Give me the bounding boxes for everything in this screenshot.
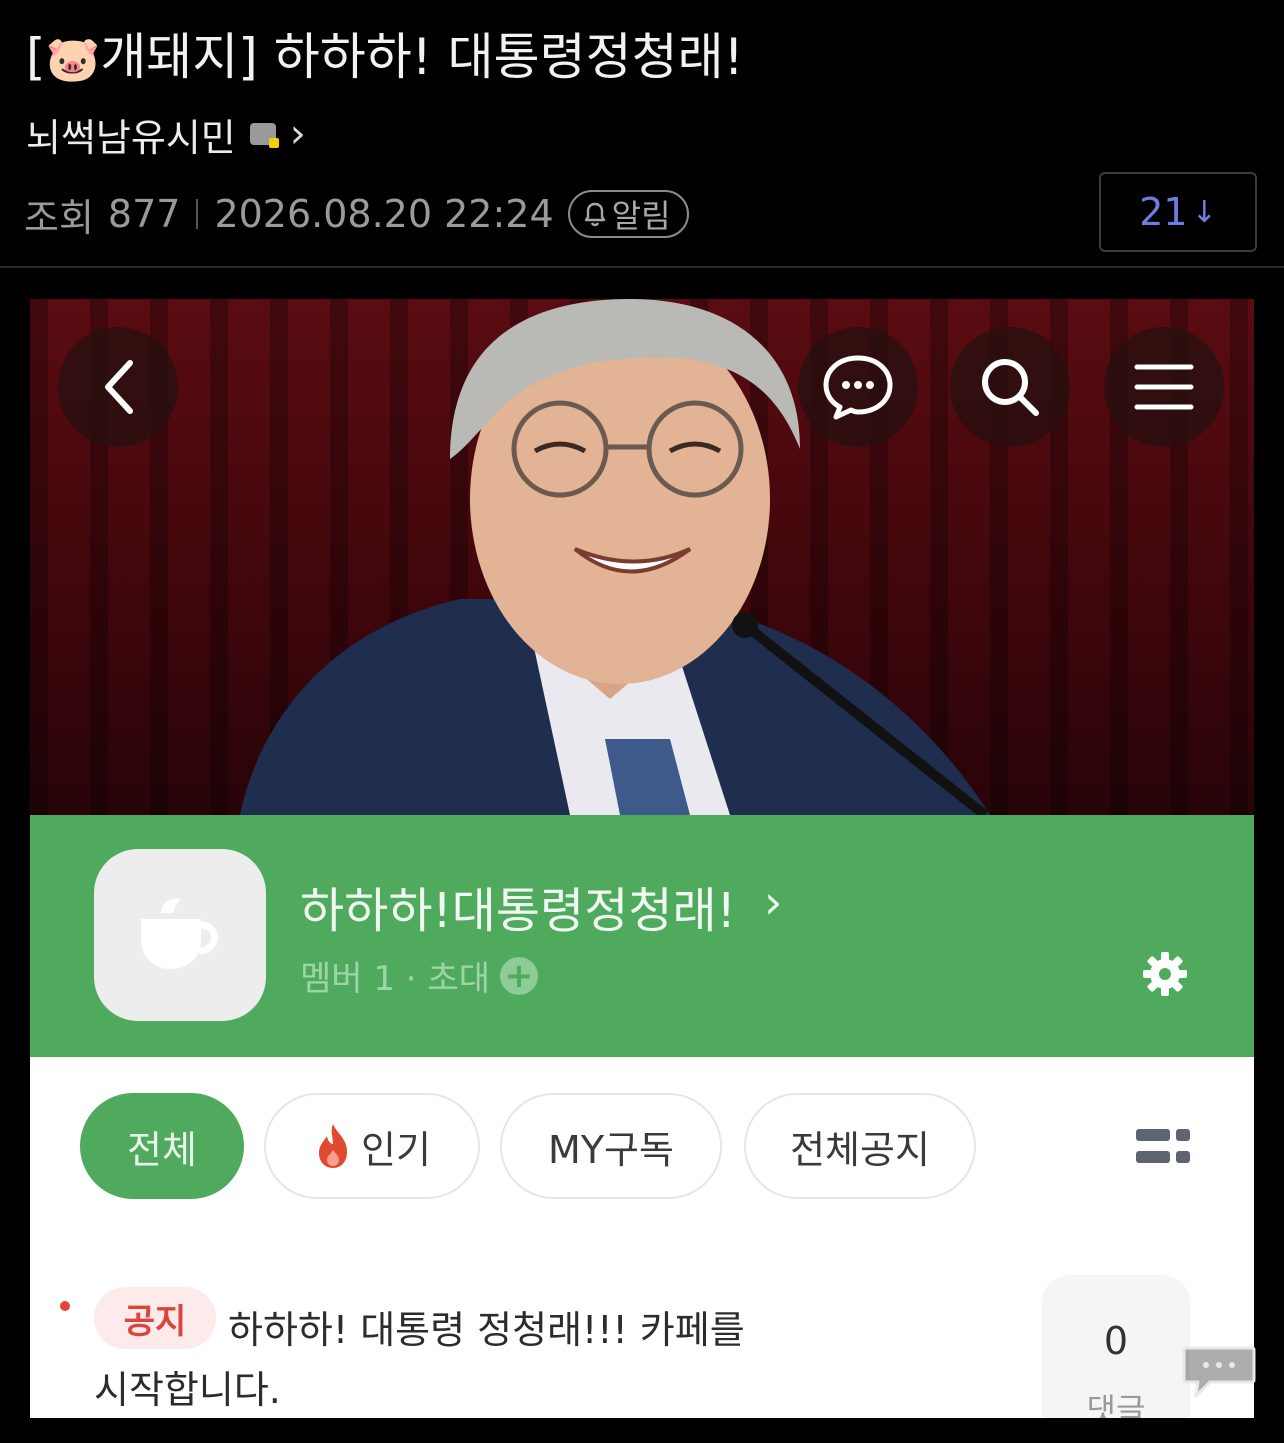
search-button[interactable] <box>950 327 1070 447</box>
cafe-cup-icon <box>141 898 218 969</box>
chat-button[interactable] <box>798 327 918 447</box>
tab-all-label: 전체 <box>127 1127 197 1172</box>
tab-my-subscriptions[interactable]: MY구독 <box>500 1093 722 1199</box>
chat-bubble-icon <box>823 355 893 420</box>
member-level-icon <box>249 123 279 148</box>
bell-icon <box>584 202 605 227</box>
author-name[interactable]: 뇌썩남유시민 <box>26 107 236 162</box>
notice-badge: 공지 <box>94 1287 216 1349</box>
cover-photo-person <box>240 299 990 815</box>
cafe-name[interactable]: 하하하!대통령정청래! <box>300 871 736 941</box>
board-tab-bar: 전체 인기 MY구독 전체공지 <box>30 1057 1254 1237</box>
header-divider <box>0 266 1284 268</box>
cafe-logo[interactable] <box>94 849 266 1021</box>
arrow-down-icon: ↓ <box>1191 194 1217 230</box>
author-row[interactable]: 뇌썩남유시민 › <box>26 106 306 162</box>
tab-my-subscriptions-label: MY구독 <box>548 1127 674 1172</box>
grid-list-icon[interactable] <box>1136 1127 1192 1167</box>
cafe-chevron-right-icon[interactable]: › <box>764 875 782 929</box>
cafe-cover-image <box>30 299 1254 815</box>
meta-divider <box>196 199 199 229</box>
pig-emoji-icon: 🐷 <box>45 34 101 85</box>
notice-comment-number: 0 <box>1103 1319 1129 1363</box>
tab-popular-label: 인기 <box>361 1127 431 1172</box>
notice-comment-count[interactable]: 0 댓글 <box>1042 1275 1190 1418</box>
alarm-label: 알림 <box>611 197 671 235</box>
back-chevron-icon <box>105 360 133 414</box>
tab-all-notices[interactable]: 전체공지 <box>744 1093 976 1199</box>
notice-post[interactable]: 공지 하하하! 대통령 정청래!!! 카페를 시작합니다. 0 댓글 <box>30 1235 1254 1418</box>
post-meta: 조회 877 2026.08.20 22:24 알림 <box>24 184 689 244</box>
search-icon <box>982 359 1039 416</box>
cafe-info-band: 하하하!대통령정청래! › 멤버 1 · 초대 + <box>30 815 1254 1057</box>
title-text: 개돼지] 하하하! 대통령정청래! <box>100 28 744 86</box>
tab-popular[interactable]: 인기 <box>264 1093 480 1199</box>
notice-comment-label: 댓글 <box>1086 1391 1146 1418</box>
comment-icon[interactable] <box>1180 1344 1258 1400</box>
back-button[interactable] <box>58 327 178 447</box>
members-invite-label: 멤버 1 · 초대 <box>300 959 490 999</box>
chevron-right-icon[interactable]: › <box>290 114 306 154</box>
menu-button[interactable] <box>1104 327 1224 447</box>
post-datetime: 2026.08.20 22:24 <box>214 192 554 236</box>
gear-icon <box>1143 952 1187 996</box>
invite-plus-icon[interactable]: + <box>499 956 538 995</box>
settings-button[interactable] <box>1142 951 1188 1001</box>
menu-icon <box>1134 364 1194 410</box>
views-count: 877 <box>107 192 181 236</box>
new-dot-indicator <box>60 1301 70 1311</box>
notice-title-line1[interactable]: 하하하! 대통령 정청래!!! 카페를 <box>228 1299 745 1354</box>
title-prefix: [ <box>26 28 46 86</box>
views-label: 조회 <box>24 195 94 240</box>
alarm-button[interactable]: 알림 <box>567 190 689 238</box>
embedded-screenshot: 하하하!대통령정청래! › 멤버 1 · 초대 + 전체 인기 MY구독 전체공… <box>30 299 1254 1418</box>
tab-all[interactable]: 전체 <box>80 1093 244 1199</box>
fire-icon <box>319 1124 348 1168</box>
comment-count-button[interactable]: 21 ↓ <box>1099 172 1257 252</box>
tab-all-notices-label: 전체공지 <box>790 1127 930 1172</box>
comment-count: 21 <box>1139 190 1188 234</box>
cafe-members[interactable]: 멤버 1 · 초대 + <box>300 951 538 1000</box>
post-title: [🐷개돼지] 하하하! 대통령정청래! <box>26 22 744 95</box>
notice-title-line2[interactable]: 시작합니다. <box>94 1359 281 1414</box>
